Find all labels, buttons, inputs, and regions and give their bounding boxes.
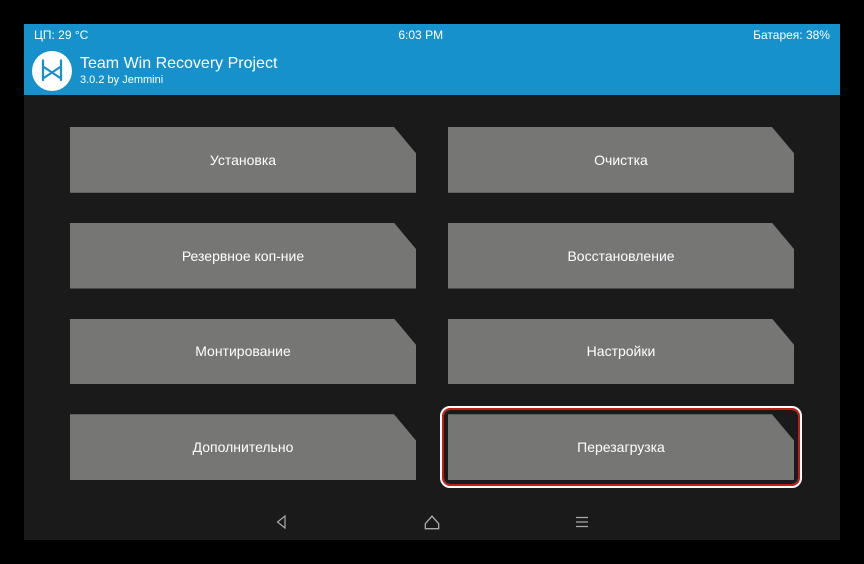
restore-button[interactable]: Восстановление [448, 223, 794, 289]
battery: Батарея: 38% [753, 28, 830, 42]
status-bar: ЦП: 29 °C 6:03 PM Батарея: 38% [24, 24, 840, 46]
header-text: Team Win Recovery Project 3.0.2 by Jemmi… [80, 54, 277, 86]
twrp-logo-icon [32, 51, 72, 91]
wipe-button[interactable]: Очистка [448, 127, 794, 193]
app-title: Team Win Recovery Project [80, 54, 277, 73]
app-subtitle: 3.0.2 by Jemmini [80, 74, 277, 87]
nav-bar [24, 504, 840, 540]
time: 6:03 PM [398, 28, 443, 42]
home-icon[interactable] [422, 512, 442, 532]
mount-button[interactable]: Монтирование [70, 319, 416, 385]
cpu-temp: ЦП: 29 °C [34, 28, 88, 42]
menu-icon[interactable] [572, 512, 592, 532]
highlighted-reboot: Перезагрузка [448, 414, 794, 480]
backup-button[interactable]: Резервное коп-ние [70, 223, 416, 289]
back-icon[interactable] [272, 512, 292, 532]
main-menu: Установка Очистка Резервное коп-ние Восс… [24, 95, 840, 504]
header: Team Win Recovery Project 3.0.2 by Jemmi… [24, 46, 840, 95]
advanced-button[interactable]: Дополнительно [70, 414, 416, 480]
install-button[interactable]: Установка [70, 127, 416, 193]
reboot-button[interactable]: Перезагрузка [448, 414, 794, 480]
recovery-screen: ЦП: 29 °C 6:03 PM Батарея: 38% Team Win … [24, 24, 840, 540]
settings-button[interactable]: Настройки [448, 319, 794, 385]
